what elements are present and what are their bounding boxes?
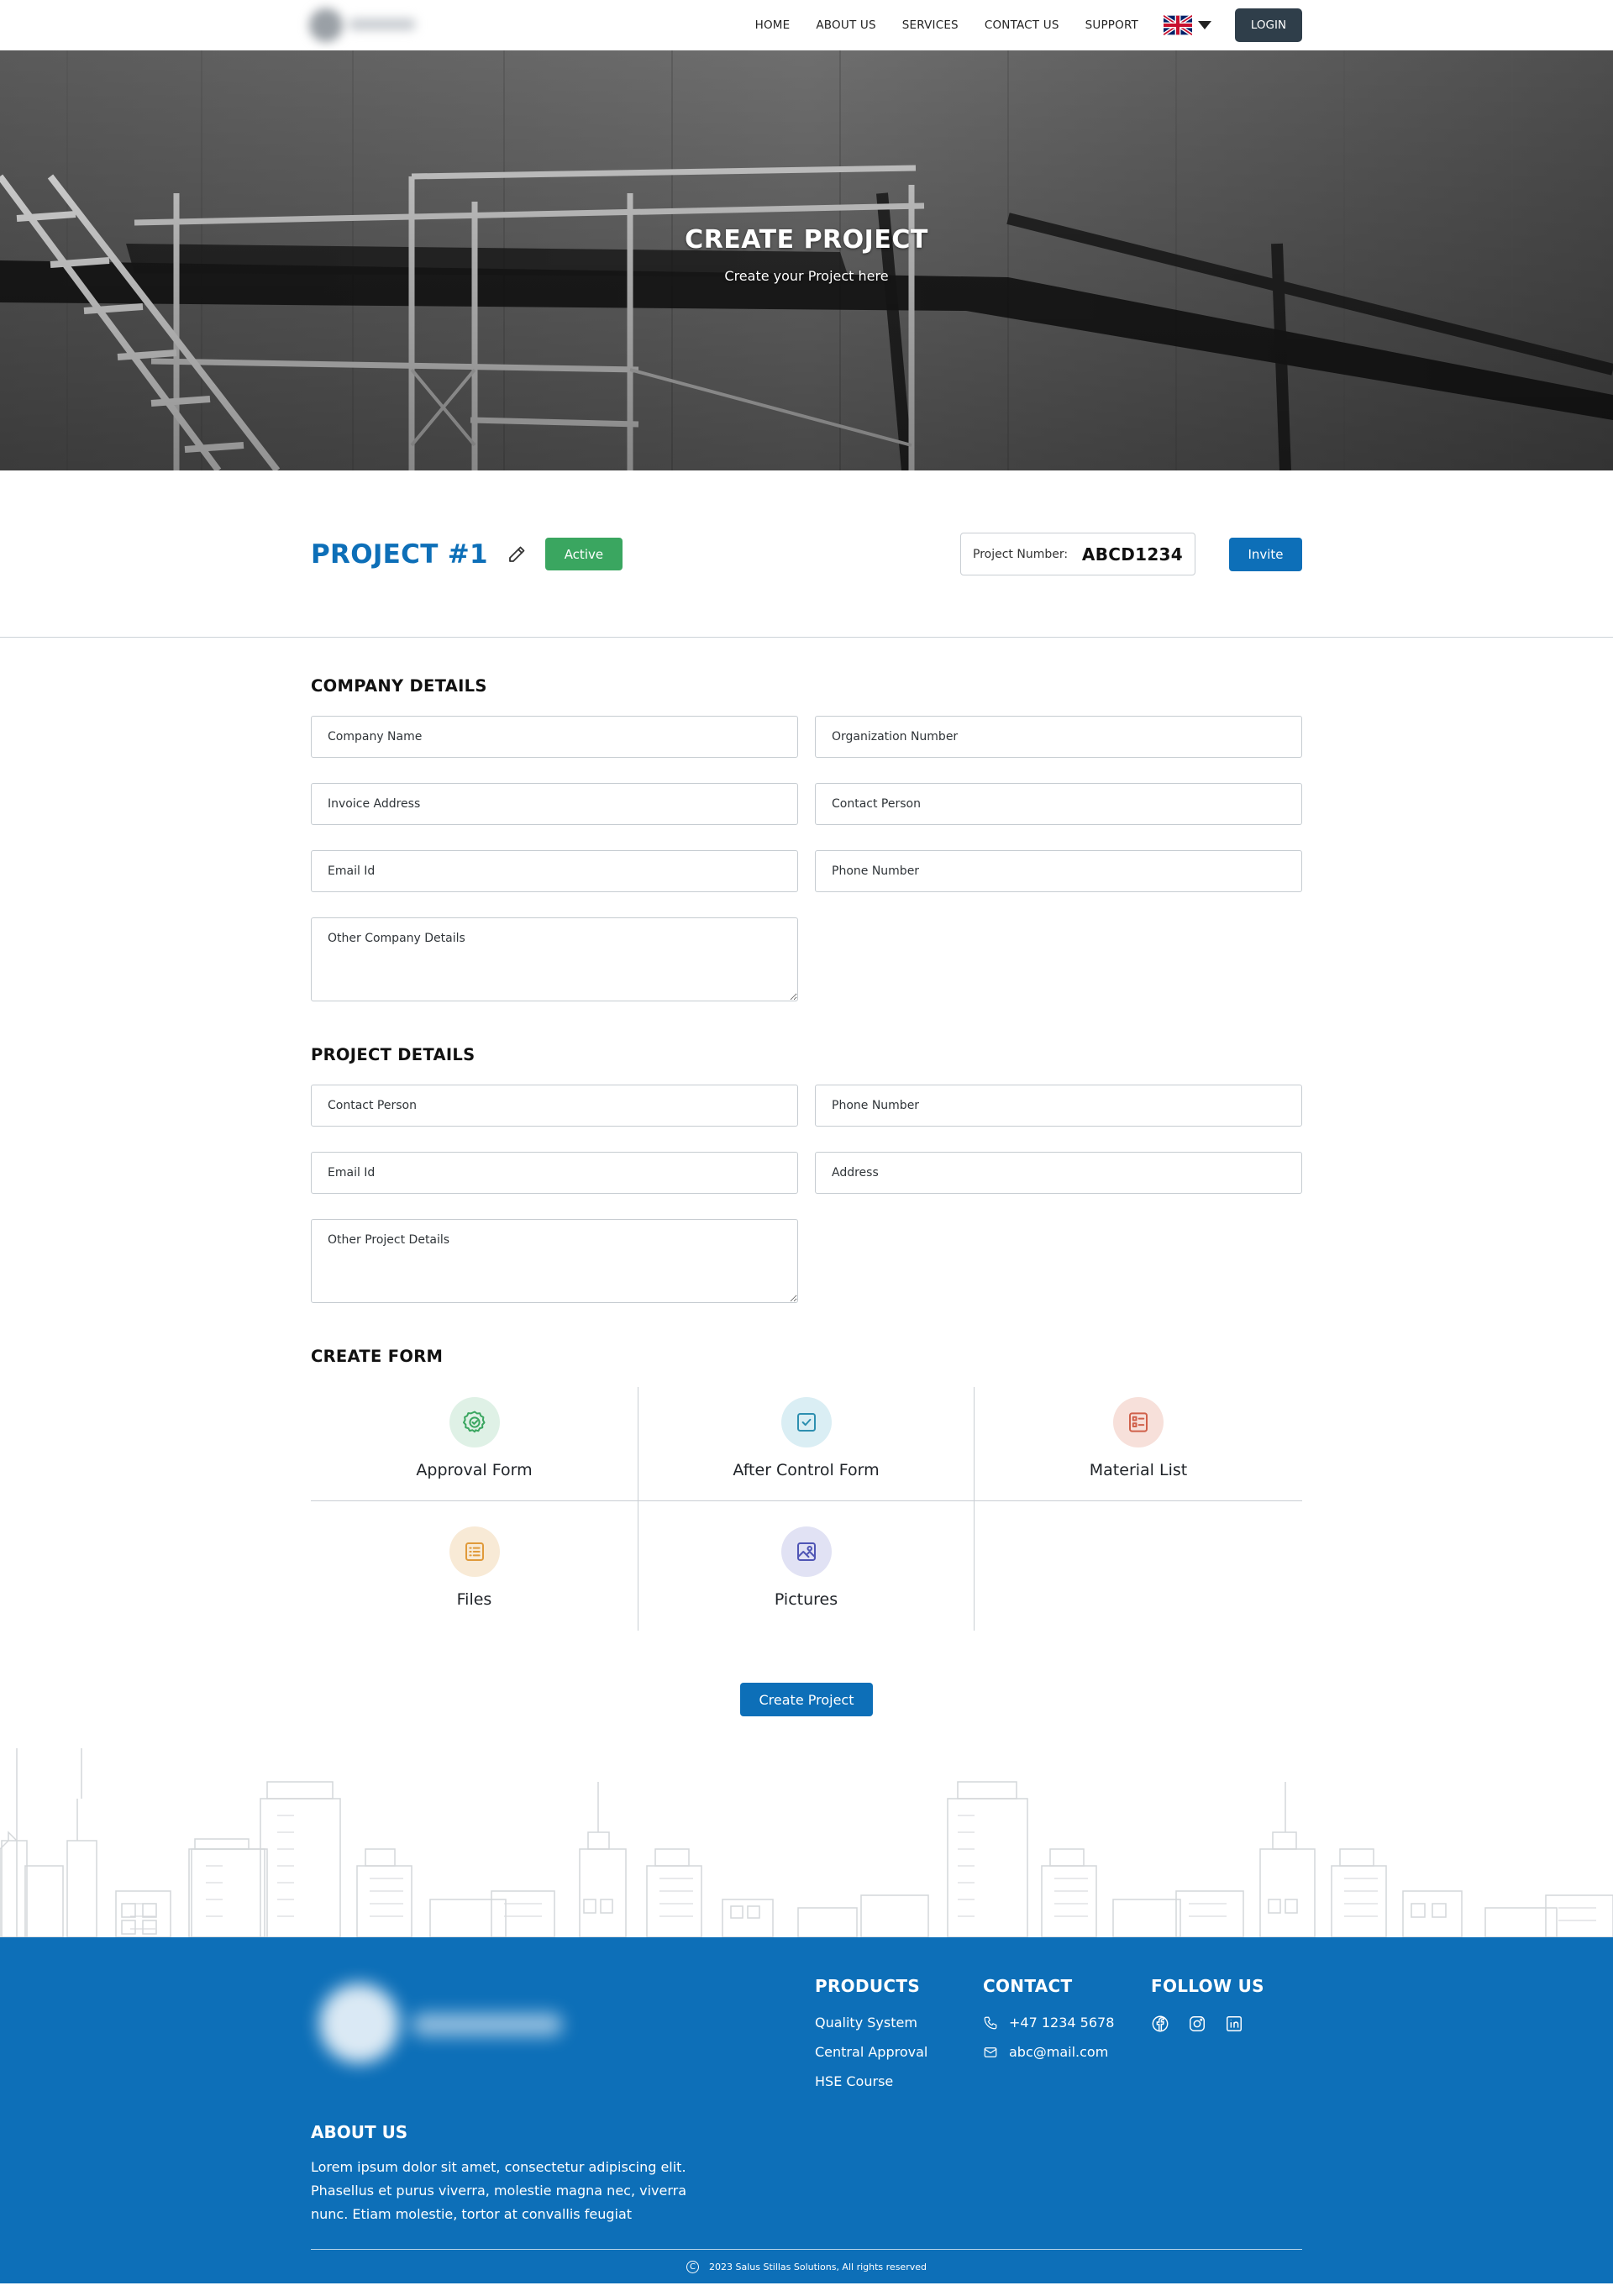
footer-contact: CONTACT +47 1234 5678 abc@mail.com	[983, 1976, 1114, 2060]
brand-logo[interactable]	[302, 3, 428, 45]
project-header: PROJECT #1 Active Project Number: ABCD12…	[0, 470, 1613, 638]
follow-title: FOLLOW US	[1151, 1976, 1264, 1996]
facebook-icon[interactable]	[1151, 2015, 1169, 2033]
phone-number: +47 1234 5678	[1009, 2015, 1115, 2031]
project-number-label: Project Number:	[973, 547, 1069, 561]
file-list-icon	[449, 1526, 500, 1577]
hero-banner: CREATE PROJECT Create your Project here	[0, 50, 1613, 470]
footer-email-link[interactable]: abc@mail.com	[983, 2044, 1114, 2060]
project-details-section: PROJECT DETAILS	[311, 1001, 1302, 1303]
footer-link-central-approval[interactable]: Central Approval	[815, 2044, 927, 2060]
company-details-section: COMPANY DETAILS	[311, 638, 1302, 1001]
create-project-button[interactable]: Create Project	[740, 1683, 873, 1716]
company-details-title: COMPANY DETAILS	[311, 676, 487, 696]
status-badge: Active	[544, 538, 623, 570]
page-subtitle: Create your Project here	[724, 268, 889, 284]
company-name-field[interactable]	[311, 716, 798, 758]
project-phone-field[interactable]	[815, 1085, 1302, 1127]
card-label: Approval Form	[416, 1461, 533, 1479]
page-title: CREATE PROJECT	[685, 225, 928, 255]
footer-products: PRODUCTS Quality System Central Approval…	[815, 1976, 927, 2089]
material-list-card[interactable]: Material List	[975, 1387, 1302, 1501]
copyright-icon: C	[686, 2261, 699, 2273]
after-control-form-card[interactable]: After Control Form	[638, 1387, 975, 1501]
pictures-card[interactable]: Pictures	[638, 1501, 975, 1631]
uk-flag-icon	[1164, 15, 1192, 35]
mail-icon	[984, 2046, 997, 2057]
project-number-box: Project Number: ABCD1234	[960, 533, 1195, 575]
organization-number-field[interactable]	[815, 716, 1302, 758]
about-title: ABOUT US	[311, 2122, 408, 2142]
pencil-icon[interactable]	[507, 544, 527, 565]
invite-button[interactable]: Invite	[1229, 537, 1302, 571]
copyright-text: 2023 Salus Stillas Solutions, All rights…	[709, 2262, 927, 2272]
card-label: Material List	[1089, 1461, 1188, 1479]
nav-about-us[interactable]: ABOUT US	[816, 18, 875, 32]
checkbox-icon	[780, 1397, 832, 1447]
project-address-field[interactable]	[815, 1152, 1302, 1194]
nav-home[interactable]: HOME	[755, 18, 791, 32]
nav-contact-us[interactable]: CONTACT US	[985, 18, 1059, 32]
contact-title: CONTACT	[983, 1976, 1073, 1996]
instagram-icon[interactable]	[1188, 2015, 1206, 2033]
site-footer: PRODUCTS Quality System Central Approval…	[0, 1937, 1613, 2283]
files-card[interactable]: Files	[311, 1501, 638, 1631]
main-nav: HOME ABOUT US SERVICES CONTACT US SUPPOR…	[755, 18, 1138, 32]
city-skyline-illustration	[0, 1748, 1613, 1938]
badge-check-icon	[449, 1397, 500, 1447]
language-selector[interactable]	[1164, 15, 1211, 35]
footer-phone-link[interactable]: +47 1234 5678	[983, 2015, 1114, 2031]
top-navbar: HOME ABOUT US SERVICES CONTACT US SUPPOR…	[0, 0, 1613, 50]
products-title: PRODUCTS	[815, 1976, 921, 1996]
footer-divider	[311, 2249, 1302, 2250]
card-label: Pictures	[774, 1590, 838, 1609]
login-button[interactable]: LOGIN	[1235, 8, 1302, 42]
company-phone-field[interactable]	[815, 850, 1302, 892]
approval-form-card[interactable]: Approval Form	[311, 1387, 638, 1501]
other-project-details-field[interactable]	[311, 1219, 798, 1303]
project-number-value: ABCD1234	[1081, 544, 1183, 565]
project-title: PROJECT #1	[311, 539, 488, 570]
image-icon	[780, 1526, 832, 1577]
project-email-field[interactable]	[311, 1152, 798, 1194]
create-form-section: CREATE FORM Approval Form After Control …	[311, 1303, 1302, 1716]
email-address: abc@mail.com	[1009, 2044, 1109, 2060]
empty-card-slot	[975, 1501, 1302, 1631]
list-icon	[1113, 1397, 1164, 1447]
nav-support[interactable]: SUPPORT	[1085, 18, 1138, 32]
create-form-title: CREATE FORM	[311, 1347, 444, 1366]
copyright: C 2023 Salus Stillas Solutions, All righ…	[311, 2261, 1302, 2273]
company-contact-person-field[interactable]	[815, 783, 1302, 825]
company-email-field[interactable]	[311, 850, 798, 892]
nav-services[interactable]: SERVICES	[902, 18, 959, 32]
footer-link-hse-course[interactable]: HSE Course	[815, 2073, 927, 2089]
about-text: Lorem ipsum dolor sit amet, consectetur …	[311, 2159, 687, 2222]
project-details-title: PROJECT DETAILS	[311, 1045, 475, 1064]
footer-about: ABOUT US Lorem ipsum dolor sit amet, con…	[311, 2122, 714, 2226]
linkedin-icon[interactable]	[1225, 2015, 1243, 2033]
footer-link-quality-system[interactable]: Quality System	[815, 2015, 927, 2031]
card-label: Files	[456, 1590, 492, 1609]
project-contact-person-field[interactable]	[311, 1085, 798, 1127]
card-label: After Control Form	[733, 1461, 880, 1479]
footer-logo	[311, 1967, 580, 2076]
phone-icon	[984, 2016, 997, 2029]
chevron-down-icon	[1198, 21, 1211, 29]
invoice-address-field[interactable]	[311, 783, 798, 825]
other-company-details-field[interactable]	[311, 917, 798, 1001]
footer-follow: FOLLOW US	[1151, 1976, 1264, 2033]
